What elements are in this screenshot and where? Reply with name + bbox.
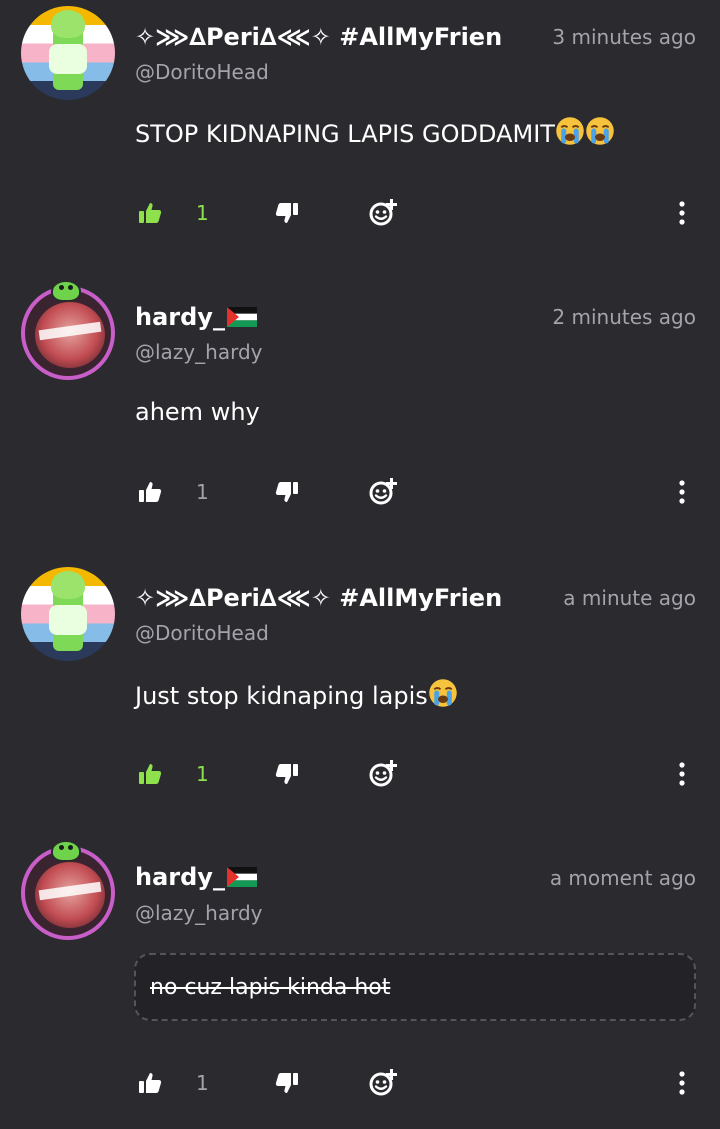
more-vertical-icon[interactable] xyxy=(679,201,685,225)
frog-badge-icon xyxy=(51,840,81,862)
avatar[interactable] xyxy=(21,6,115,100)
comment-author-handle[interactable]: @DoritoHead xyxy=(135,621,269,645)
frog-badge-icon xyxy=(51,280,81,302)
comment-text: STOP KIDNAPING LAPIS GODDAMIT xyxy=(135,116,615,148)
more-vertical-icon[interactable] xyxy=(679,762,685,786)
like-count: 1 xyxy=(196,201,209,225)
more-vertical-icon[interactable] xyxy=(679,480,685,504)
spoiler-block[interactable]: no cuz lapis kinda hot xyxy=(134,953,696,1021)
comment-author-handle[interactable]: @lazy_hardy xyxy=(135,340,262,364)
add-reaction-icon[interactable] xyxy=(368,477,398,507)
add-reaction-icon[interactable] xyxy=(368,759,398,789)
palestine-flag-icon xyxy=(227,307,257,327)
add-reaction-icon[interactable] xyxy=(368,1068,398,1098)
thumbs-down-icon[interactable] xyxy=(275,1071,299,1095)
comment-author-handle[interactable]: @lazy_hardy xyxy=(135,901,262,925)
add-reaction-icon[interactable] xyxy=(368,198,398,228)
thumbs-up-icon[interactable] xyxy=(138,1071,162,1095)
comment-author-name[interactable]: ✧⋙∆Peri∆⋘✧ #AllMyFrien xyxy=(135,23,523,51)
comment-author-name[interactable]: hardy_ xyxy=(135,303,257,331)
thumbs-up-icon[interactable] xyxy=(138,480,162,504)
thumbs-up-icon[interactable] xyxy=(138,762,162,786)
crying-face-emoji xyxy=(428,678,458,708)
comment-timestamp: 2 minutes ago xyxy=(552,305,696,329)
comment-author-handle[interactable]: @DoritoHead xyxy=(135,60,269,84)
thumbs-down-icon[interactable] xyxy=(275,762,299,786)
like-count: 1 xyxy=(196,480,209,504)
more-vertical-icon[interactable] xyxy=(679,1071,685,1095)
thumbs-down-icon[interactable] xyxy=(275,480,299,504)
thumbs-down-icon[interactable] xyxy=(275,201,299,225)
crying-face-emoji xyxy=(555,116,585,146)
palestine-flag-icon xyxy=(227,867,257,887)
like-count: 1 xyxy=(196,762,209,786)
crying-face-emoji xyxy=(585,116,615,146)
comment-author-name[interactable]: hardy_ xyxy=(135,863,257,891)
comment-text: no cuz lapis kinda hot xyxy=(150,975,391,1000)
thumbs-up-icon[interactable] xyxy=(138,201,162,225)
comment-timestamp: a moment ago xyxy=(549,866,696,890)
avatar[interactable] xyxy=(21,567,115,661)
comment-author-name[interactable]: ✧⋙∆Peri∆⋘✧ #AllMyFrien xyxy=(135,584,535,612)
comment-timestamp: a minute ago xyxy=(563,586,696,610)
comment-timestamp: 3 minutes ago xyxy=(552,25,696,49)
like-count: 1 xyxy=(196,1071,209,1095)
comment-text: ahem why xyxy=(135,398,260,426)
comment-text: Just stop kidnaping lapis xyxy=(135,678,458,710)
